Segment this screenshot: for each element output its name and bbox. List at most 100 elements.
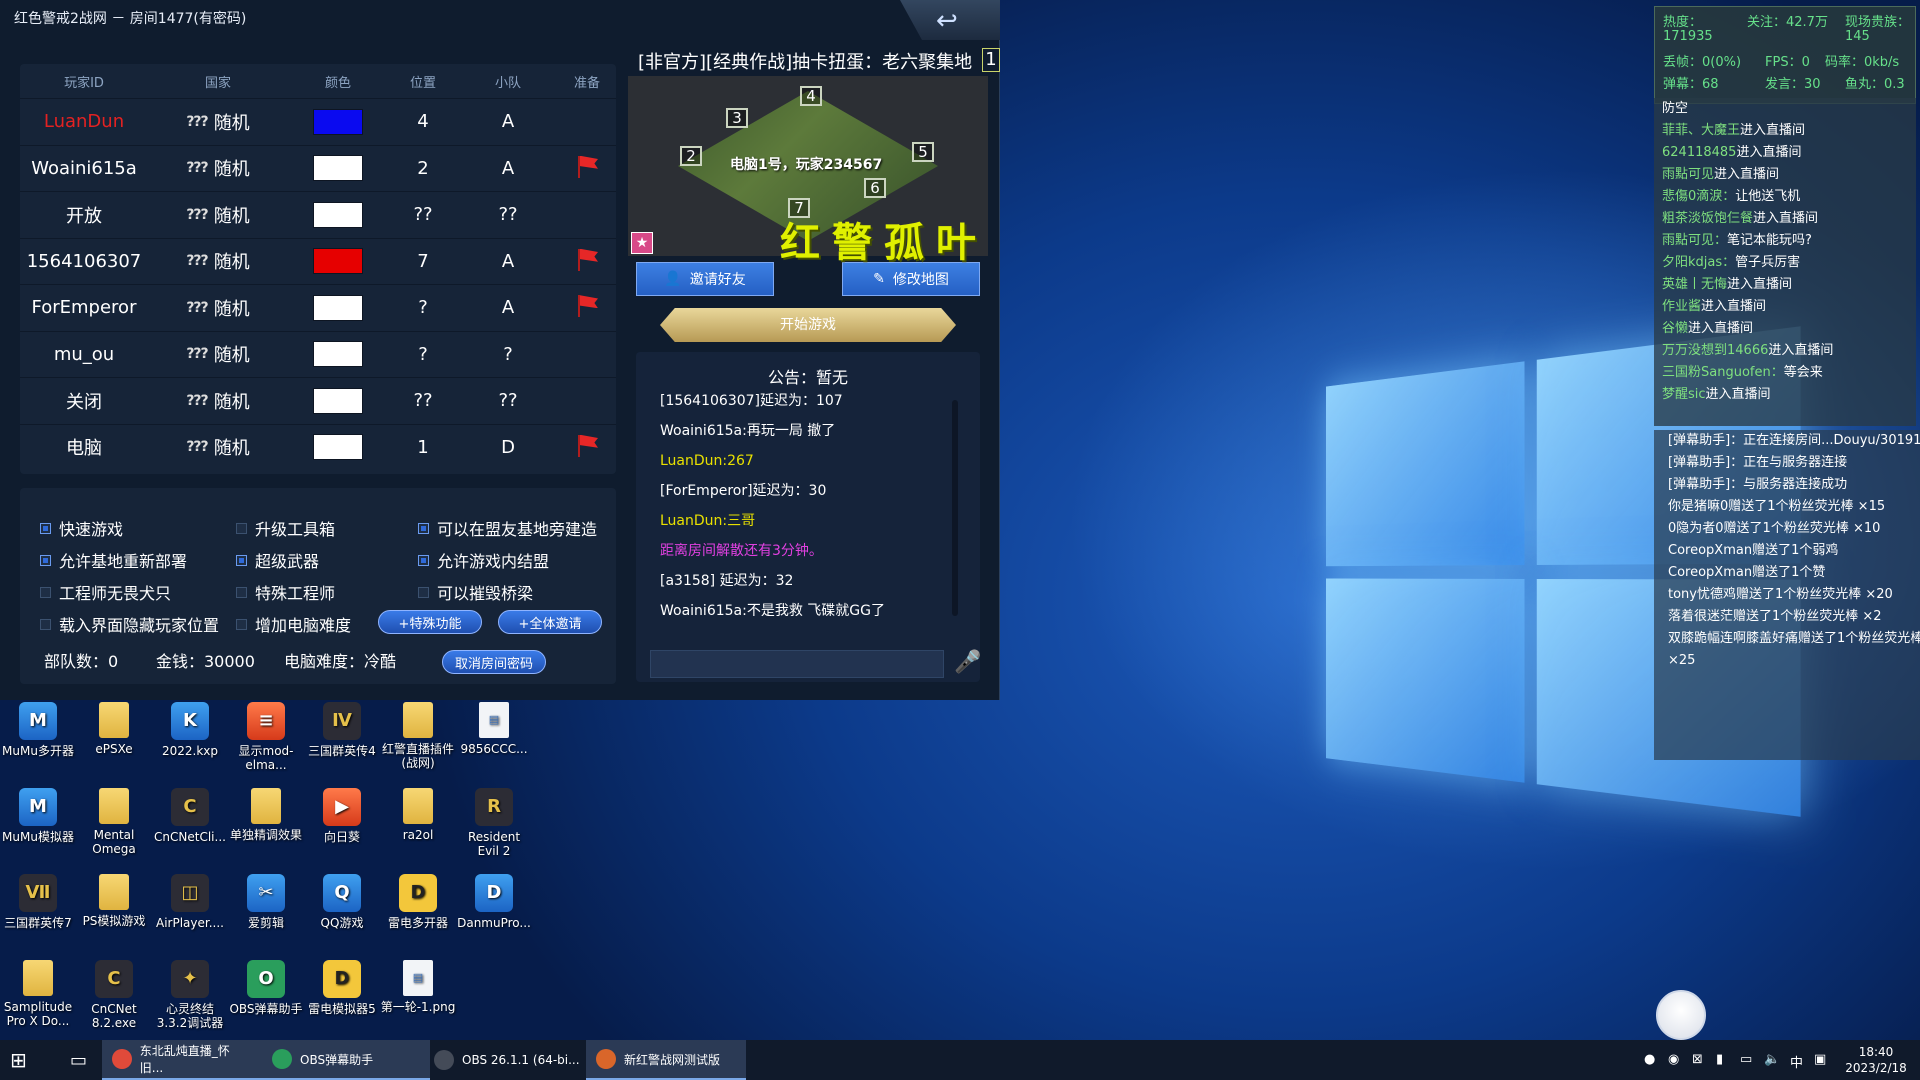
option-checkbox[interactable]: 增加电脑难度 [236, 612, 351, 636]
player-id[interactable]: 开放 [20, 202, 148, 228]
color-select[interactable] [288, 294, 388, 321]
desktop-shortcut[interactable]: D 雷电模拟器5 [304, 960, 380, 1016]
country-select[interactable]: ??? 随机 [148, 155, 288, 181]
color-select[interactable] [288, 201, 388, 228]
option-checkbox[interactable]: 超级武器 [236, 548, 319, 572]
desktop-shortcut[interactable]: R Resident Evil 2 [456, 788, 532, 858]
player-id[interactable]: 1564106307 [20, 251, 148, 272]
network-tray-icon[interactable]: ● [1644, 1052, 1655, 1067]
team-select[interactable]: A [458, 297, 558, 318]
player-row[interactable]: Woaini615a ??? 随机 2 A [20, 144, 616, 192]
ai-difficulty[interactable]: 电脑难度：冷酷 [284, 648, 396, 672]
desktop-shortcut[interactable]: Mental Omega [76, 788, 152, 856]
option-checkbox[interactable]: 可以在盟友基地旁建造 [418, 516, 597, 540]
player-id[interactable]: LuanDun [20, 111, 148, 132]
desktop-shortcut[interactable]: 红警直播插件(战网) [380, 702, 456, 770]
team-select[interactable]: ?? [458, 390, 558, 411]
option-checkbox[interactable]: 允许基地重新部署 [40, 548, 187, 572]
position-select[interactable]: ?? [388, 390, 458, 411]
desktop-shortcut[interactable]: ≡ 显示mod-elma... [228, 702, 304, 772]
desktop-shortcut[interactable]: M MuMu多开器 [0, 702, 76, 758]
team-select[interactable]: ? [458, 344, 558, 365]
color-select[interactable] [288, 108, 388, 135]
taskbar-app[interactable]: OBS 26.1.1 (64-bi... [424, 1040, 592, 1080]
position-select[interactable]: ?? [388, 204, 458, 225]
player-id[interactable]: ForEmperor [20, 297, 148, 318]
file-explorer-icon[interactable]: ▭ [60, 1040, 96, 1080]
player-row[interactable]: 关闭 ??? 随机 ?? ?? [20, 377, 616, 424]
desktop-shortcut[interactable]: ePSXe [76, 702, 152, 756]
country-select[interactable]: ??? 随机 [148, 109, 288, 135]
display-tray-icon[interactable]: ▭ [1740, 1052, 1752, 1067]
team-select[interactable]: D [458, 437, 558, 458]
checkbox-icon[interactable] [236, 554, 247, 566]
desktop-shortcut[interactable]: Ⅳ 三国群英传4 [304, 702, 380, 758]
option-checkbox[interactable]: 可以摧毁桥梁 [418, 580, 533, 604]
player-row[interactable]: 电脑 ??? 随机 1 D [20, 423, 616, 471]
position-select[interactable]: ? [388, 344, 458, 365]
desktop-shortcut[interactable]: ✦ 心灵终结3.3.2调试器 [152, 960, 228, 1030]
position-select[interactable]: 4 [388, 111, 458, 132]
desktop-shortcut[interactable]: Samplitude Pro X Do... [0, 960, 76, 1028]
avatar[interactable] [1656, 990, 1706, 1040]
special-functions-button[interactable]: +特殊功能 [378, 610, 482, 634]
player-row[interactable]: 开放 ??? 随机 ?? ?? [20, 191, 616, 238]
position-select[interactable]: 2 [388, 158, 458, 179]
taskbar-app[interactable]: OBS弹幕助手 [262, 1040, 430, 1080]
desktop-shortcut[interactable]: ▶ 向日葵 [304, 788, 380, 844]
notification-icon[interactable]: ▣ [1814, 1052, 1826, 1067]
checkbox-icon[interactable] [40, 618, 51, 630]
desktop-shortcut[interactable]: K 2022.kxp [152, 702, 228, 758]
desktop-shortcut[interactable]: ◫ AirPlayer.... [152, 874, 228, 930]
country-select[interactable]: ??? 随机 [148, 202, 288, 228]
checkbox-icon[interactable] [418, 586, 429, 598]
start-button[interactable]: ⊞ [0, 1040, 46, 1080]
desktop-shortcut[interactable]: O OBS弹幕助手 [228, 960, 304, 1016]
position-select[interactable]: 7 [388, 251, 458, 272]
player-id[interactable]: mu_ou [20, 344, 148, 365]
option-checkbox[interactable]: 工程师无畏犬只 [40, 580, 171, 604]
team-select[interactable]: A [458, 111, 558, 132]
color-select[interactable] [288, 248, 388, 275]
checkbox-icon[interactable] [236, 586, 247, 598]
desktop-shortcut[interactable]: Q QQ游戏 [304, 874, 380, 930]
desktop-shortcut[interactable]: ▤ 9856CCC... [456, 702, 532, 756]
start-game-button[interactable]: 开始游戏 [660, 308, 956, 342]
desktop-shortcut[interactable]: D DanmuPro... [456, 874, 532, 930]
color-swatch[interactable] [313, 248, 363, 275]
player-row[interactable]: 1564106307 ??? 随机 7 A [20, 237, 616, 285]
checkbox-icon[interactable] [40, 522, 51, 534]
option-checkbox[interactable]: 升级工具箱 [236, 516, 335, 540]
color-swatch[interactable] [313, 294, 363, 321]
checkbox-icon[interactable] [236, 522, 247, 534]
team-select[interactable]: A [458, 158, 558, 179]
color-swatch[interactable] [313, 108, 363, 135]
option-checkbox[interactable]: 快速游戏 [40, 516, 123, 540]
option-checkbox[interactable]: 载入界面隐藏玩家位置 [40, 612, 219, 636]
color-swatch[interactable] [313, 201, 363, 228]
desktop-shortcut[interactable]: C CnCNetCli... [152, 788, 228, 844]
color-select[interactable] [288, 387, 388, 414]
desktop-shortcut[interactable]: Ⅶ 三国群英传7 [0, 874, 76, 930]
position-select[interactable]: ? [388, 297, 458, 318]
invite-friend-button[interactable]: 👤 邀请好友 [636, 262, 774, 296]
country-select[interactable]: ??? 随机 [148, 434, 288, 460]
position-select[interactable]: 1 [388, 437, 458, 458]
player-id[interactable]: Woaini615a [20, 158, 148, 179]
color-swatch[interactable] [313, 155, 363, 182]
desktop-shortcut[interactable]: 单独精调效果 [228, 788, 304, 842]
player-row[interactable]: ForEmperor ??? 随机 ? A [20, 284, 616, 331]
checkbox-icon[interactable] [236, 618, 247, 630]
app-tray-icon[interactable]: ⊠ [1692, 1052, 1703, 1067]
system-clock[interactable]: 18:40 2023/2/18 [1836, 1044, 1916, 1076]
player-id[interactable]: 电脑 [20, 434, 148, 460]
country-select[interactable]: ??? 随机 [148, 341, 288, 367]
player-row[interactable]: LuanDun ??? 随机 4 A [20, 98, 616, 145]
option-checkbox[interactable]: 特殊工程师 [236, 580, 335, 604]
chat-scrollbar[interactable] [952, 400, 958, 616]
ime-indicator[interactable]: 中 [1790, 1052, 1803, 1071]
desktop-shortcut[interactable]: PS模拟游戏 [76, 874, 152, 928]
checkbox-icon[interactable] [418, 522, 429, 534]
color-swatch[interactable] [313, 434, 363, 461]
color-swatch[interactable] [313, 387, 363, 414]
